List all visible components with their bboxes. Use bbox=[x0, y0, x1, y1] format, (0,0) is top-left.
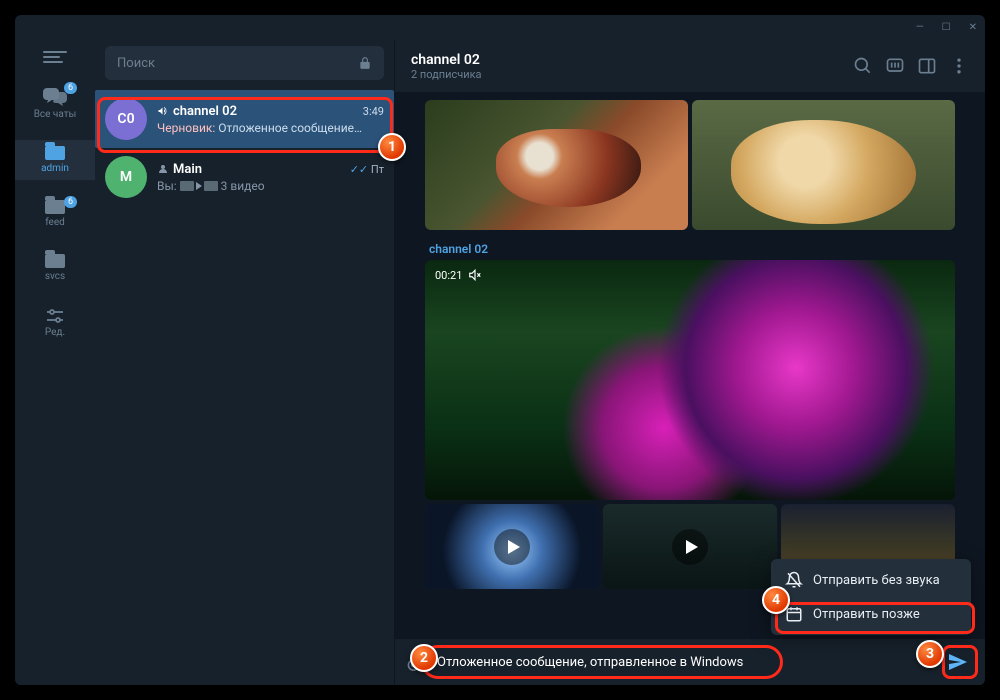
group-icon bbox=[157, 163, 169, 175]
volume-mute-icon bbox=[468, 268, 482, 282]
search-input[interactable]: Поиск bbox=[105, 46, 384, 80]
header-title: channel 02 bbox=[411, 52, 841, 68]
send-button[interactable] bbox=[943, 647, 973, 677]
menu-label: Отправить без звука bbox=[813, 573, 940, 588]
nav-label: admin bbox=[41, 163, 69, 174]
nav-sidebar: 6 Все чаты admin 6 feed svcs Ред. bbox=[15, 40, 95, 685]
chat-title: Main bbox=[173, 162, 202, 177]
media-row bbox=[425, 100, 955, 230]
avatar: M bbox=[105, 156, 147, 198]
bell-off-icon bbox=[785, 571, 803, 589]
avatar: C0 bbox=[105, 98, 147, 140]
nav-label: Все чаты bbox=[34, 109, 77, 120]
folder-icon bbox=[45, 254, 65, 268]
nav-label: svcs bbox=[45, 271, 65, 282]
megaphone-icon bbox=[157, 105, 169, 117]
play-icon bbox=[672, 529, 708, 565]
channel-tag: channel 02 bbox=[425, 236, 955, 260]
conversation-header: channel 02 2 подписчика bbox=[395, 40, 985, 92]
annotation-badge: 3 bbox=[916, 640, 944, 668]
app-window: — ☐ ✕ 6 Все чаты admin 6 feed bbox=[15, 15, 985, 685]
titlebar: — ☐ ✕ bbox=[15, 15, 985, 40]
video-message[interactable]: 00:21 bbox=[425, 260, 955, 500]
menu-label: Отправить позже bbox=[813, 607, 920, 622]
nav-label: Ред. bbox=[45, 327, 65, 338]
search-icon[interactable] bbox=[853, 56, 873, 76]
nav-feed[interactable]: 6 feed bbox=[15, 194, 95, 234]
menu-send-later[interactable]: Отправить позже bbox=[771, 597, 971, 631]
chat-title: channel 02 bbox=[173, 104, 237, 119]
message-area[interactable]: channel 02 00:21 bbox=[395, 92, 985, 639]
nav-edit[interactable]: Ред. bbox=[15, 302, 95, 344]
nav-all-chats[interactable]: 6 Все чаты bbox=[15, 80, 95, 126]
draft-label: Черновик: bbox=[157, 121, 215, 135]
nav-svcs[interactable]: svcs bbox=[15, 248, 95, 288]
menu-icon[interactable] bbox=[43, 48, 67, 66]
annotation-badge: 1 bbox=[378, 133, 406, 161]
chat-time: ✓✓ Пт bbox=[350, 163, 384, 176]
video-thumbnail[interactable] bbox=[425, 504, 599, 589]
media-thumbnail[interactable] bbox=[692, 100, 955, 230]
you-label: Вы: bbox=[157, 179, 177, 193]
chat-preview: Отложенное сообщение… bbox=[218, 121, 362, 135]
message-composer: Отложенное сообщение, отправленное в Win… bbox=[395, 639, 985, 685]
more-icon[interactable] bbox=[949, 56, 969, 76]
search-placeholder: Поиск bbox=[117, 56, 358, 71]
comments-icon[interactable] bbox=[885, 56, 905, 76]
maximize-button[interactable]: ☐ bbox=[942, 23, 951, 33]
nav-label: feed bbox=[45, 217, 65, 228]
chat-item-main[interactable]: M Main ✓✓ Пт Вы: 3 видео bbox=[95, 148, 394, 206]
chat-list: Поиск C0 channel 02 3:49 Черновик: Отлож… bbox=[95, 40, 395, 685]
nav-admin[interactable]: admin bbox=[15, 140, 95, 180]
folder-icon bbox=[45, 146, 65, 160]
play-icon bbox=[494, 529, 530, 565]
chat-preview: 3 видео bbox=[221, 179, 265, 193]
annotation-badge: 4 bbox=[762, 586, 790, 614]
nav-badge: 6 bbox=[64, 196, 77, 208]
minimize-button[interactable]: — bbox=[916, 23, 924, 33]
media-thumbnail[interactable] bbox=[425, 100, 688, 230]
composer-text[interactable]: Отложенное сообщение, отправленное в Win… bbox=[437, 655, 933, 670]
annotation-badge: 2 bbox=[410, 644, 438, 672]
sliders-icon bbox=[45, 308, 65, 324]
video-duration: 00:21 bbox=[435, 268, 482, 282]
chat-item-channel02[interactable]: C0 channel 02 3:49 Черновик: Отложенное … bbox=[95, 90, 394, 148]
conversation-panel: channel 02 2 подписчика channel 02 bbox=[395, 40, 985, 685]
close-button[interactable]: ✕ bbox=[969, 23, 977, 33]
video-thumbnail[interactable] bbox=[603, 504, 777, 589]
sidebar-toggle-icon[interactable] bbox=[917, 56, 937, 76]
menu-send-silent[interactable]: Отправить без звука bbox=[771, 563, 971, 597]
header-subtitle: 2 подписчика bbox=[411, 68, 841, 81]
lock-icon bbox=[358, 56, 372, 70]
chat-time: 3:49 bbox=[363, 105, 384, 118]
folder-icon bbox=[45, 200, 65, 214]
nav-badge: 6 bbox=[64, 82, 77, 94]
send-context-menu: Отправить без звука Отправить позже bbox=[771, 559, 971, 635]
